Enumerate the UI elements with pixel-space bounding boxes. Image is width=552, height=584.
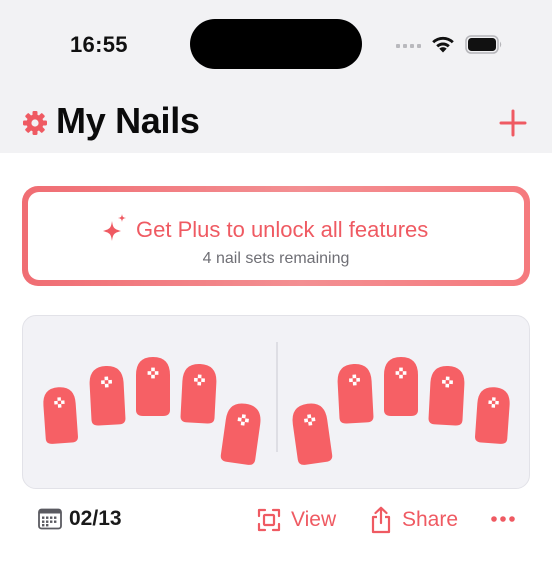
gear-icon[interactable] [22,110,48,136]
wifi-icon [432,36,454,53]
upgrade-banner-content: Get Plus to unlock all features 4 nail s… [28,192,524,280]
status-time: 16:55 [70,32,128,57]
nail-set-preview[interactable] [22,315,530,489]
nail-left-thumb [220,401,263,466]
nail-left-middle [136,357,170,416]
nail-right-thumb [290,401,333,466]
nail-right-index [336,363,374,424]
upgrade-banner[interactable]: Get Plus to unlock all features 4 nail s… [22,186,530,286]
upgrade-title: Get Plus to unlock all features [136,217,429,242]
nail-set-actions: 02/13 View Share [0,500,552,540]
share-label: Share [402,508,459,531]
page-title: My Nails [56,100,200,141]
nail-right-middle [384,357,418,416]
view-frame-icon [257,508,281,532]
dynamic-island [190,19,362,69]
sparkle-icon [103,214,126,241]
nail-left-ring [88,365,126,426]
nail-left-pinky [42,386,79,445]
nail-right-pinky [474,386,511,445]
top-bar: 16:55 My Nails [0,0,552,153]
nail-set-illustration [42,342,511,466]
more-options-icon[interactable] [490,512,516,526]
battery-icon [465,35,502,54]
calendar-icon [38,508,62,530]
cellular-signal-icon [396,44,421,48]
add-button[interactable] [498,108,528,138]
nail-right-ring [428,365,466,426]
nail-left-index [180,363,218,424]
view-label: View [291,508,337,531]
share-button[interactable]: Share [370,504,458,536]
remaining-count: 4 nail sets remaining [202,250,350,267]
share-icon [371,506,391,534]
nail-set-date: 02/13 [69,507,122,530]
view-button[interactable]: View [257,504,336,536]
